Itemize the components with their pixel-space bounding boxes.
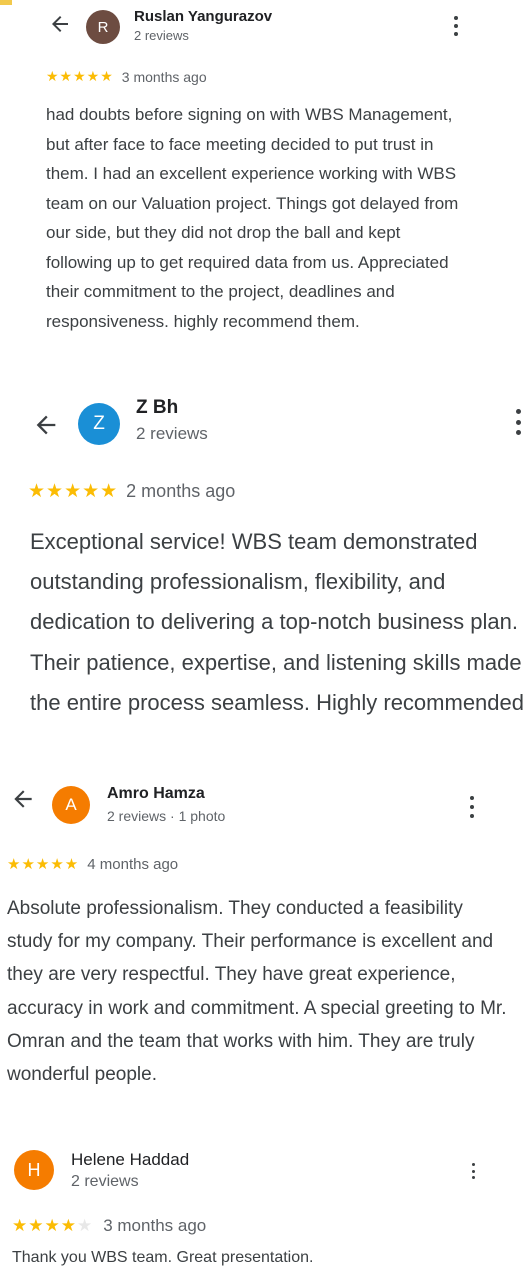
review-card-zbh: Z Z Bh 2 reviews ★★★★★ 2 months ago Exce… — [0, 395, 525, 765]
reviewer-name[interactable]: Helene Haddad — [71, 1150, 189, 1170]
avatar[interactable]: R — [86, 10, 120, 44]
rating-row: ★★★★★ 3 months ago — [12, 1216, 206, 1236]
review-card-amro: A Amro Hamza 2 reviews · 1 photo ★★★★★ 4… — [0, 780, 525, 1130]
avatar-initial: A — [65, 795, 77, 814]
star-icon: ★★★★ — [12, 1216, 77, 1235]
review-time: 4 months ago — [87, 855, 179, 873]
reviewer-name[interactable]: Amro Hamza — [107, 785, 205, 803]
reviewer-meta: 2 reviews — [136, 424, 208, 443]
arrow-left-icon[interactable] — [48, 12, 72, 36]
reviewer-name[interactable]: Ruslan Yangurazov — [134, 8, 272, 25]
avatar-initial: Z — [93, 413, 105, 434]
reviewer-meta: 2 reviews — [71, 1173, 139, 1190]
more-vert-icon[interactable] — [470, 1163, 476, 1179]
avatar[interactable]: Z — [78, 403, 120, 445]
review-card-ruslan: R Ruslan Yangurazov 2 reviews ★★★★★ 3 mo… — [0, 0, 525, 395]
review-time: 3 months ago — [103, 1216, 207, 1235]
rating-row: ★★★★★ 2 months ago — [28, 480, 235, 503]
rating-row: ★★★★★ 4 months ago — [7, 855, 179, 874]
star-icon: ★★★★★ — [7, 856, 80, 873]
arrow-left-icon[interactable] — [32, 411, 60, 439]
review-text: Exceptional service! WBS team demonstrat… — [30, 529, 525, 715]
review-time: 2 months ago — [126, 481, 236, 501]
avatar-initial: H — [27, 1159, 41, 1180]
avatar[interactable]: H — [14, 1150, 54, 1190]
reviewer-meta: 2 reviews · 1 photo — [107, 808, 226, 824]
avatar[interactable]: A — [52, 786, 90, 824]
star-icon: ★★★★★ — [46, 68, 114, 84]
review-text: Absolute professionalism. They conducted… — [7, 898, 507, 1086]
star-icon: ★★★★★ — [28, 481, 119, 502]
arrow-left-icon[interactable] — [10, 786, 36, 812]
review-text: Thank you WBS team. Great presentation. — [12, 1249, 314, 1266]
reviewer-meta: 2 reviews — [134, 28, 189, 43]
star-empty-icon: ★ — [76, 1216, 94, 1235]
more-vert-icon[interactable] — [453, 16, 459, 36]
review-card-helene: H Helene Haddad 2 reviews ★★★★ ★ 3 months… — [0, 1140, 525, 1269]
rating-row: ★★★★★ 3 months ago — [46, 68, 207, 85]
avatar-initial: R — [97, 18, 109, 36]
review-time: 3 months ago — [121, 68, 207, 85]
more-vert-icon[interactable] — [515, 409, 521, 435]
reviewer-name[interactable]: Z Bh — [136, 397, 178, 419]
more-vert-icon[interactable] — [469, 796, 475, 818]
review-text: had doubts before signing on with WBS Ma… — [46, 105, 459, 331]
